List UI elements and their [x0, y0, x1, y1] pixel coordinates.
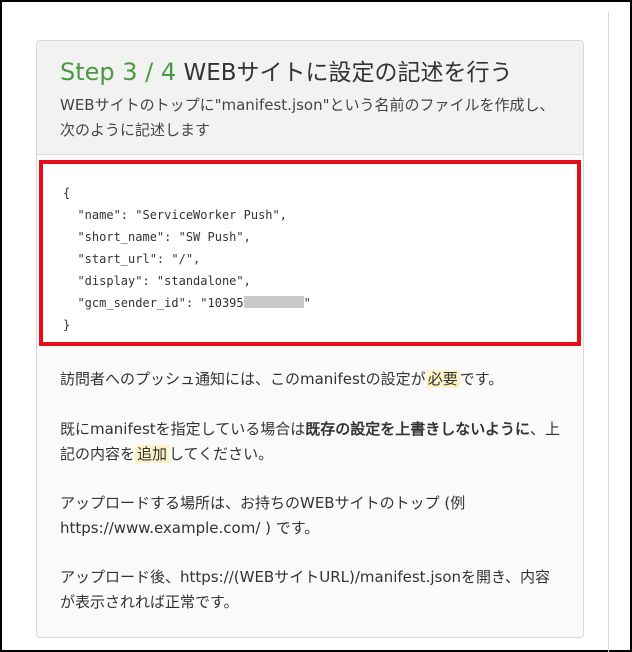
paragraph-existing-manifest: 既にmanifestを指定している場合は既存の設定を上書きしないように、上記の内…	[60, 417, 560, 467]
code-line: "short_name": "SW Push",	[63, 230, 251, 244]
gcm-suffix: "	[303, 296, 311, 310]
paragraph-verify: アップロード後、https://(WEBサイトURL)/manifest.jso…	[60, 568, 550, 611]
card-header: Step 3 / 4 WEBサイトに設定の記述を行う WEBサイトのトップに"m…	[37, 41, 583, 155]
p1-text-after: です。	[459, 370, 504, 388]
code-line-gcm: "gcm_sender_id": "10395 "	[63, 292, 311, 314]
code-line: "name": "ServiceWorker Push",	[63, 208, 287, 222]
highlight-required: 必要	[425, 370, 460, 388]
code-line: }	[63, 318, 71, 332]
step-total: 4	[160, 58, 177, 86]
column-divider	[608, 12, 609, 652]
code-line: "display": "standalone",	[63, 274, 251, 288]
step-label: Step 3	[60, 58, 138, 86]
p1-text: 訪問者へのプッシュ通知には、このmanifestの設定が	[60, 370, 426, 388]
paragraph-required: 訪問者へのプッシュ通知には、このmanifestの設定が 必要 です。	[60, 367, 560, 392]
code-line: {	[63, 186, 71, 200]
step-title: WEBサイトに設定の記述を行う	[183, 60, 513, 86]
code-line: "start_url": "/",	[63, 252, 201, 266]
manifest-code: { "name": "ServiceWorker Push", "short_n…	[63, 182, 311, 336]
p2-text: 既にmanifestを指定している場合は	[60, 420, 306, 438]
highlight-add: 追加	[135, 445, 170, 463]
bold-warning: 既存の設定を上書きしないように	[305, 420, 530, 438]
step-subtitle: WEBサイトのトップに"manifest.json"という名前のファイルを作成し…	[60, 96, 555, 139]
redacted-sender-id	[243, 296, 304, 308]
gcm-prefix: "gcm_sender_id": "10395	[63, 296, 244, 310]
screenshot-frame: Step 3 / 4 WEBサイトに設定の記述を行う WEBサイトのトップに"m…	[0, 0, 632, 652]
p2-text-after: してください。	[169, 445, 274, 463]
step-card: Step 3 / 4 WEBサイトに設定の記述を行う WEBサイトのトップに"m…	[36, 40, 584, 638]
step-heading: Step 3 / 4 WEBサイトに設定の記述を行う	[60, 53, 513, 87]
paragraph-upload-location: アップロードする場所は、お持ちのWEBサイトのトップ (例 https://ww…	[60, 494, 466, 537]
step-separator: /	[137, 58, 161, 86]
manifest-code-block: { "name": "ServiceWorker Push", "short_n…	[39, 160, 581, 346]
